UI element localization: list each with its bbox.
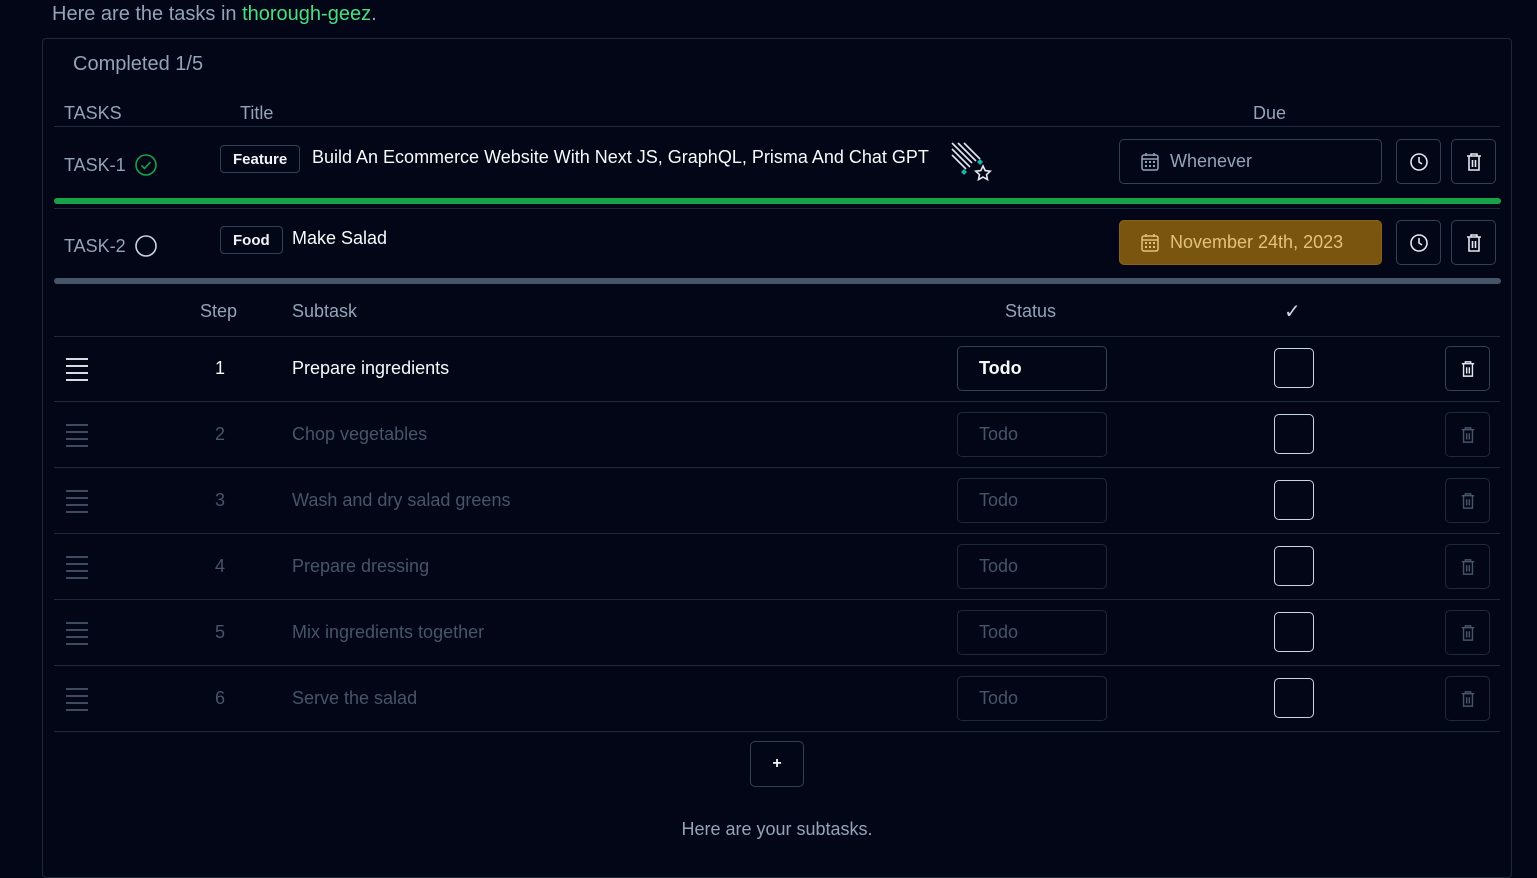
reminder-button[interactable] (1396, 220, 1441, 265)
check-circle-icon[interactable] (134, 153, 158, 177)
project-name[interactable]: thorough-geez (242, 3, 371, 25)
subtask-text[interactable]: Prepare ingredients (292, 358, 449, 379)
subtask-row[interactable]: 4 Prepare dressing Todo (54, 534, 1500, 600)
subtask-row[interactable]: 3 Wash and dry salad greens Todo (54, 468, 1500, 534)
drag-handle-icon[interactable] (65, 489, 89, 513)
reminder-button[interactable] (1396, 139, 1441, 184)
subtask-step: 2 (214, 424, 225, 444)
drag-handle-icon[interactable] (65, 621, 89, 645)
delete-subtask-button[interactable] (1445, 676, 1490, 721)
tasks-panel: Completed 1/5 TASKS Title Due TASK-1 Fea… (42, 38, 1512, 878)
delete-task-button[interactable] (1451, 220, 1496, 265)
subtask-done-checkbox[interactable] (1274, 546, 1314, 586)
task-row[interactable]: TASK-2 Food Make Salad November 24th, 20… (54, 208, 1500, 278)
column-tasks: TASKS (64, 103, 122, 123)
add-subtask-button[interactable]: + (750, 741, 804, 787)
subtask-text[interactable]: Serve the salad (292, 688, 417, 709)
due-date-button[interactable]: November 24th, 2023 (1119, 220, 1382, 265)
subtask-step: 1 (214, 358, 225, 378)
trash-icon (1466, 233, 1481, 252)
subtasks-footer: Here are your subtasks. (681, 819, 873, 839)
task-title[interactable]: Make Salad (292, 228, 387, 249)
subtasks-table-header: Step Subtask Status ✓ (54, 289, 1500, 337)
delete-subtask-button[interactable] (1445, 346, 1490, 391)
intro-text: Here are the tasks in thorough-geez. (52, 2, 377, 26)
subtask-row[interactable]: 1 Prepare ingredients Todo (54, 336, 1500, 402)
due-date-label: November 24th, 2023 (1170, 232, 1344, 252)
trash-icon (1461, 492, 1474, 509)
intro-suffix: . (371, 3, 377, 25)
column-status: Status (1005, 301, 1057, 321)
subtask-status-select[interactable]: Todo (957, 412, 1107, 457)
subtask-status-select[interactable]: Todo (957, 346, 1107, 391)
subtask-step: 3 (214, 490, 225, 510)
intro-prefix: Here are the tasks in (52, 3, 243, 25)
subtask-done-checkbox[interactable] (1274, 348, 1314, 388)
subtask-step: 5 (214, 622, 225, 642)
subtask-done-checkbox[interactable] (1274, 480, 1314, 520)
delete-subtask-button[interactable] (1445, 544, 1490, 589)
column-due: Due (1253, 103, 1287, 123)
clock-icon (1409, 233, 1428, 252)
shooting-stars-icon (951, 142, 993, 182)
task-id: TASK-1 (64, 153, 158, 177)
subtask-status-select[interactable]: Todo (957, 478, 1107, 523)
drag-handle-icon[interactable] (65, 687, 89, 711)
column-step: Step (200, 301, 238, 321)
task-id: TASK-2 (64, 234, 158, 258)
subtask-text[interactable]: Mix ingredients together (292, 622, 484, 643)
trash-icon (1461, 624, 1474, 641)
subtask-step: 4 (214, 556, 225, 576)
empty-circle-icon[interactable] (134, 234, 158, 258)
drag-handle-icon[interactable] (65, 357, 89, 381)
task-tag[interactable]: Food (220, 226, 283, 254)
task-id-label: TASK-1 (64, 154, 126, 175)
due-date-button[interactable]: Whenever (1119, 139, 1382, 184)
trash-icon (1461, 690, 1474, 707)
subtask-text[interactable]: Chop vegetables (292, 424, 427, 445)
column-subtask: Subtask (292, 301, 358, 321)
subtask-status-select[interactable]: Todo (957, 544, 1107, 589)
subtask-status-select[interactable]: Todo (957, 610, 1107, 655)
subtask-step: 6 (214, 688, 225, 708)
drag-handle-icon[interactable] (65, 555, 89, 579)
subtask-row[interactable]: 5 Mix ingredients together Todo (54, 600, 1500, 666)
calendar-icon (1141, 233, 1159, 252)
trash-icon (1461, 360, 1474, 377)
completed-count: Completed 1/5 (73, 53, 204, 75)
drag-handle-icon[interactable] (65, 423, 89, 447)
trash-icon (1461, 426, 1474, 443)
subtask-text[interactable]: Wash and dry salad greens (292, 490, 510, 511)
delete-task-button[interactable] (1451, 139, 1496, 184)
clock-icon (1409, 152, 1428, 171)
due-date-label: Whenever (1170, 151, 1253, 171)
task-row[interactable]: TASK-1 Feature Build An Ecommerce Websit… (54, 127, 1500, 197)
column-done: ✓ (1284, 301, 1301, 323)
delete-subtask-button[interactable] (1445, 478, 1490, 523)
tasks-table-header: TASKS Title Due (54, 101, 1500, 127)
subtask-status-select[interactable]: Todo (957, 676, 1107, 721)
subtask-done-checkbox[interactable] (1274, 414, 1314, 454)
delete-subtask-button[interactable] (1445, 610, 1490, 655)
calendar-icon (1141, 152, 1159, 171)
task-id-label: TASK-2 (64, 235, 126, 256)
subtask-text[interactable]: Prepare dressing (292, 556, 429, 577)
subtask-done-checkbox[interactable] (1274, 678, 1314, 718)
subtask-done-checkbox[interactable] (1274, 612, 1314, 652)
task-progress-bar (54, 278, 1501, 284)
task-tag[interactable]: Feature (220, 145, 301, 173)
subtask-row[interactable]: 2 Chop vegetables Todo (54, 402, 1500, 468)
trash-icon (1461, 558, 1474, 575)
delete-subtask-button[interactable] (1445, 412, 1490, 457)
subtask-row[interactable]: 6 Serve the salad Todo (54, 666, 1500, 732)
task-title[interactable]: Build An Ecommerce Website With Next JS,… (312, 147, 929, 168)
column-title: Title (240, 103, 274, 123)
trash-icon (1466, 152, 1481, 171)
task-progress-bar (54, 198, 1501, 204)
